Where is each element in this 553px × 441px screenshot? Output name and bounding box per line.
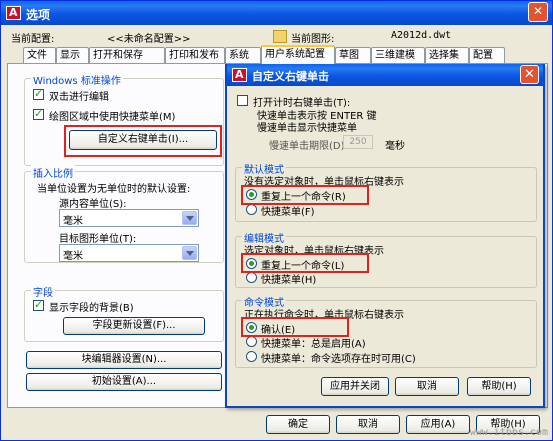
slow-click-line: 慢速单击显示快捷菜单 [257, 123, 357, 134]
dialog-cancel-button[interactable]: 取消 [395, 377, 459, 396]
double-click-edit-checkbox[interactable] [33, 87, 44, 100]
autocad-app-icon [6, 6, 21, 20]
title-bar[interactable]: 选项 ✕ [1, 1, 552, 25]
command-shortcut-always-radio[interactable] [246, 336, 257, 347]
current-profile-label: 当前配置: [11, 34, 55, 45]
highlight-default-repeat [241, 185, 369, 205]
insert-scale-label: 插入比例 [31, 165, 75, 180]
command-shortcut-options-radio[interactable] [246, 351, 257, 362]
custom-right-click-dialog: 自定义右键单击 ✕ 打开计时右键单击(T): 快速单击表示按 ENTER 键 慢… [225, 64, 545, 408]
current-drawing-label: 当前图形: [291, 34, 335, 45]
edit-shortcut-menu-label: 快捷菜单(H) [261, 275, 317, 286]
tab-3d-modeling[interactable]: 三维建模 [371, 47, 425, 64]
insert-scale-description: 当单位设置为无单位时的默认设置: [37, 184, 191, 195]
tab-selection[interactable]: 选择集 [425, 47, 469, 64]
insert-scale-group: 插入比例 当单位设置为无单位时的默认设置: 源内容单位(S): 毫米 目标图形单… [24, 165, 224, 263]
dialog-close-button[interactable]: ✕ [520, 65, 539, 84]
tab-system[interactable]: 系统 [225, 47, 261, 64]
shortcut-menu-checkbox[interactable] [33, 107, 44, 120]
autocad-app-icon [232, 68, 247, 82]
tab-profiles[interactable]: 配置 [469, 47, 505, 64]
config-row: 当前配置: <<未命名配置>> 当前图形: A2012d.dwt [11, 30, 546, 45]
apply-close-button[interactable]: 应用并关闭 [321, 377, 389, 396]
show-field-background-label: 显示字段的背景(B) [49, 303, 134, 314]
initial-setup-button[interactable]: 初始设置(A)... [26, 373, 222, 391]
windows-standard-label: Windows 标准操作 [31, 72, 123, 87]
source-units-select[interactable]: 毫米 [59, 209, 199, 227]
highlight-command-confirm [241, 317, 349, 337]
tab-plot-publish[interactable]: 打印和发布 [165, 47, 225, 64]
chevron-down-icon[interactable] [182, 211, 197, 225]
command-shortcut-options-label: 快捷菜单：命令选项存在时可用(C) [261, 354, 416, 365]
edit-shortcut-menu-radio[interactable] [246, 272, 257, 283]
shortcut-menu-label: 绘图区域中使用快捷菜单(M) [49, 112, 176, 123]
slow-click-unit: 毫秒 [385, 141, 405, 152]
field-update-settings-button[interactable]: 字段更新设置(F)... [63, 317, 205, 335]
tab-user-preferences[interactable]: 用户系统配置 [261, 45, 335, 64]
current-drawing-value: A2012d.dwt [391, 30, 452, 41]
highlight-edit-repeat [241, 253, 369, 273]
fields-label: 字段 [31, 284, 55, 299]
tab-drafting[interactable]: 草图 [335, 47, 371, 64]
cancel-button[interactable]: 取消 [336, 415, 400, 434]
dialog-title-bar[interactable]: 自定义右键单击 ✕ [227, 64, 543, 86]
window-close-button[interactable]: ✕ [528, 2, 548, 22]
tab-files[interactable]: 文件 [23, 47, 56, 64]
target-units-select[interactable]: 毫米 [59, 244, 199, 262]
fields-group: 字段 显示字段的背景(B) 字段更新设置(F)... [24, 284, 224, 342]
window-title: 选项 [26, 8, 51, 22]
timed-right-click-checkbox[interactable] [237, 95, 248, 106]
apply-button[interactable]: 应用(A) [406, 415, 470, 434]
slow-click-duration-label: 慢速单击期限(D): [269, 141, 348, 152]
dialog-title: 自定义右键单击 [252, 70, 329, 83]
default-shortcut-menu-label: 快捷菜单(F) [261, 207, 315, 218]
block-editor-settings-button[interactable]: 块编辑器设置(N)... [26, 351, 222, 369]
target-units-value: 毫米 [63, 251, 83, 262]
highlight-custom-right-click [64, 125, 222, 157]
show-field-background-checkbox[interactable] [33, 298, 44, 311]
tab-display[interactable]: 显示 [56, 47, 89, 64]
watermark: www.itbbs.com [469, 427, 548, 438]
default-shortcut-menu-radio[interactable] [246, 204, 257, 215]
current-profile-value: <<未命名配置>> [107, 34, 191, 45]
double-click-edit-label: 双击进行编辑 [49, 92, 109, 103]
slow-click-duration-input[interactable]: 250 [343, 135, 373, 149]
drawing-file-icon [273, 30, 287, 43]
target-units-label: 目标图形单位(T): [59, 234, 137, 245]
tab-open-save[interactable]: 打开和保存 [89, 47, 165, 64]
chevron-down-icon[interactable] [182, 246, 197, 260]
source-units-label: 源内容单位(S): [59, 199, 127, 210]
dialog-help-button[interactable]: 帮助(H) [467, 377, 531, 396]
ok-button[interactable]: 确定 [266, 415, 330, 434]
command-shortcut-always-label: 快捷菜单：总是启用(A) [261, 339, 366, 350]
source-units-value: 毫米 [63, 216, 83, 227]
